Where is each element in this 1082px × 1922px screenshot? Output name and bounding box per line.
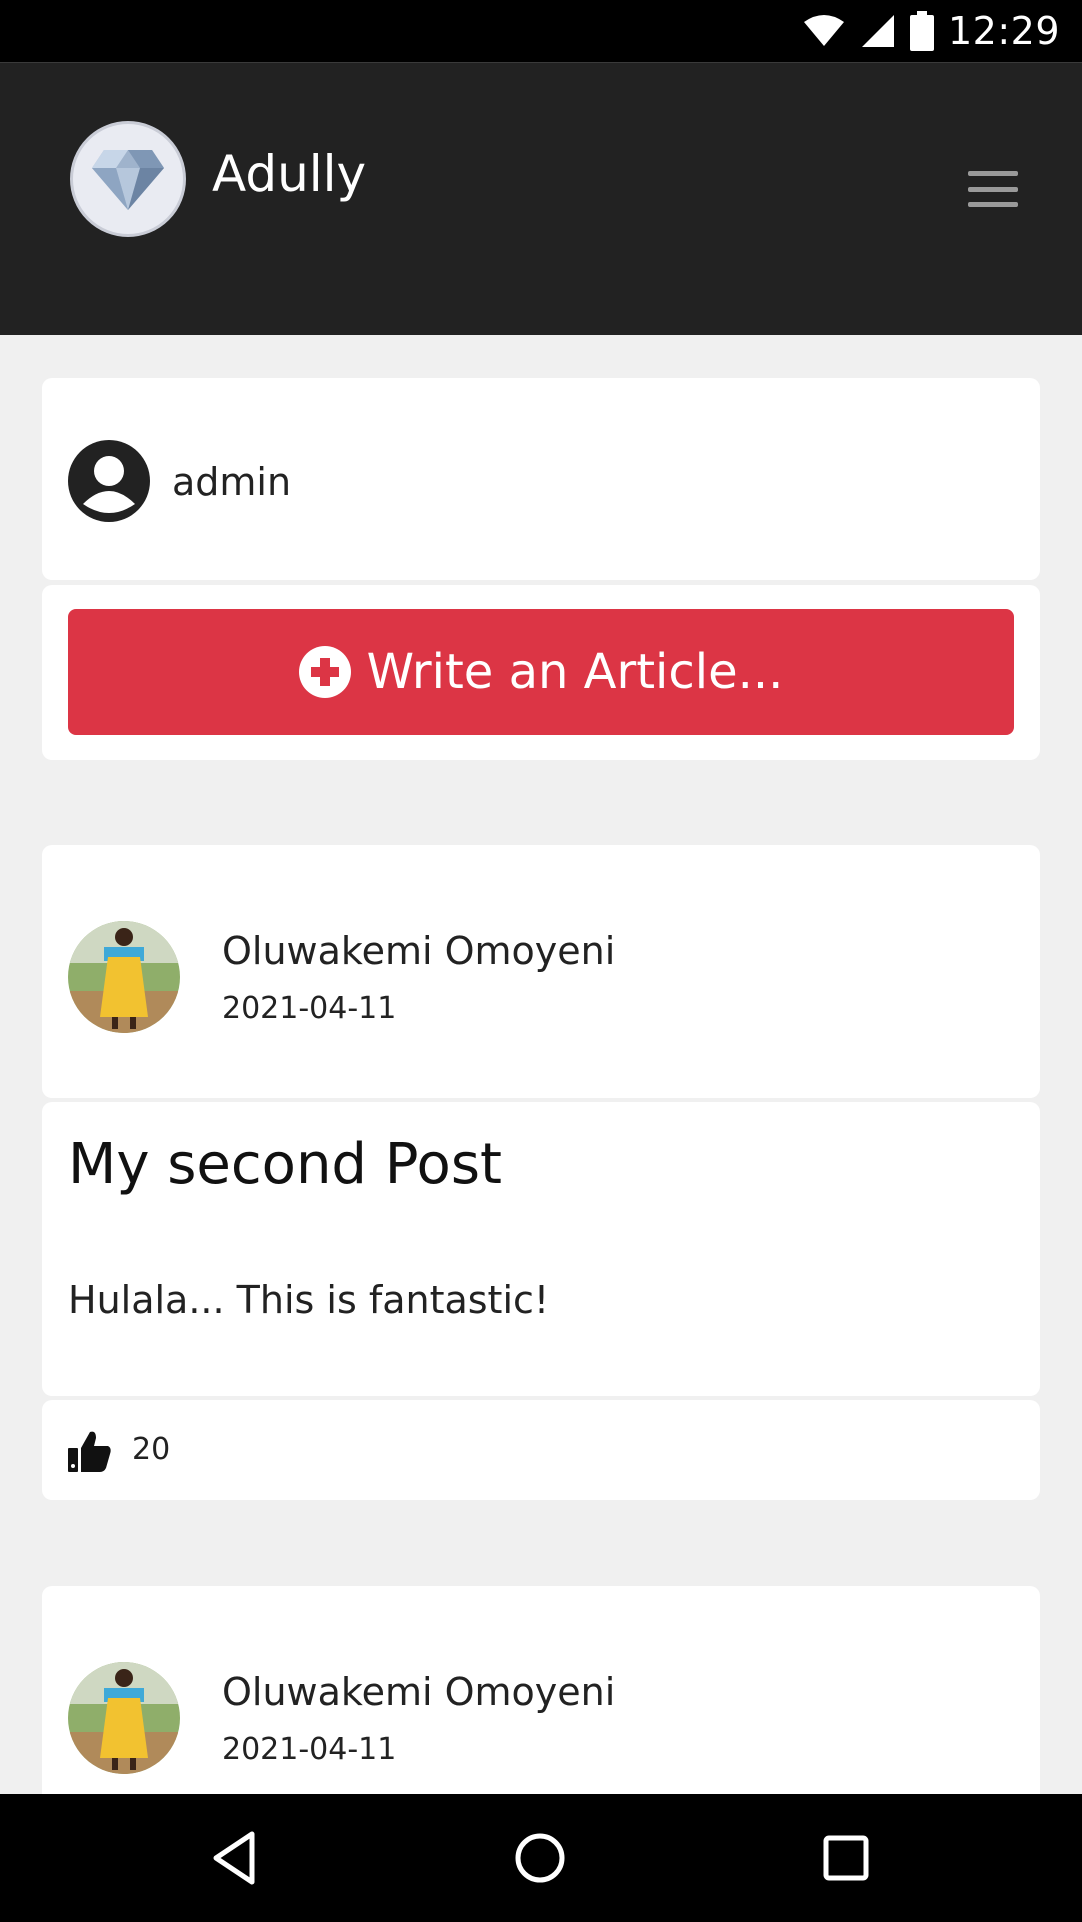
hamburger-icon-bar	[968, 202, 1018, 207]
post-title[interactable]: My second Post	[68, 1132, 502, 1197]
avatar-photo	[68, 921, 180, 1033]
system-nav-bar	[0, 1794, 1082, 1922]
write-article-card: Write an Article...	[42, 585, 1040, 760]
user-circle-icon	[68, 440, 150, 522]
avatar-photo	[68, 1662, 180, 1774]
wifi-icon	[803, 15, 844, 46]
home-icon[interactable]	[510, 1828, 570, 1888]
hamburger-icon-bar	[968, 186, 1018, 192]
post-header: Oluwakemi Omoyeni 2021-04-11	[42, 845, 1040, 1098]
author-name[interactable]: Oluwakemi Omoyeni	[222, 929, 615, 973]
plus-circle-icon	[298, 646, 351, 698]
post-excerpt: Hulala... This is fantastic!	[68, 1278, 550, 1322]
current-user-name: admin	[172, 460, 292, 504]
author-name[interactable]: Oluwakemi Omoyeni	[222, 1670, 615, 1714]
back-icon[interactable]	[206, 1828, 266, 1888]
battery-icon	[909, 11, 934, 51]
author-avatar[interactable]	[68, 921, 180, 1033]
post-date: 2021-04-11	[222, 1732, 397, 1767]
thumbs-up-icon[interactable]	[68, 1428, 112, 1472]
recents-icon[interactable]	[816, 1828, 876, 1888]
write-article-label: Write an Article...	[366, 644, 784, 700]
hamburger-menu-button[interactable]	[968, 171, 1018, 207]
signal-icon	[861, 15, 894, 47]
brand-logo[interactable]	[70, 121, 186, 237]
status-time: 12:29	[947, 9, 1060, 53]
like-count: 20	[132, 1432, 171, 1467]
hamburger-icon-bar	[968, 171, 1018, 176]
app-header: Adully	[0, 62, 1082, 335]
user-card: admin	[42, 378, 1040, 580]
post-date: 2021-04-11	[222, 991, 397, 1026]
post-body[interactable]: My second Post Hulala... This is fantast…	[42, 1102, 1040, 1396]
post-actions: 20	[42, 1400, 1040, 1500]
app-title[interactable]: Adully	[212, 145, 366, 203]
author-avatar[interactable]	[68, 1662, 180, 1774]
diamond-logo	[92, 150, 164, 210]
write-article-button[interactable]: Write an Article...	[68, 609, 1014, 735]
status-bar: 12:29	[0, 0, 1082, 62]
